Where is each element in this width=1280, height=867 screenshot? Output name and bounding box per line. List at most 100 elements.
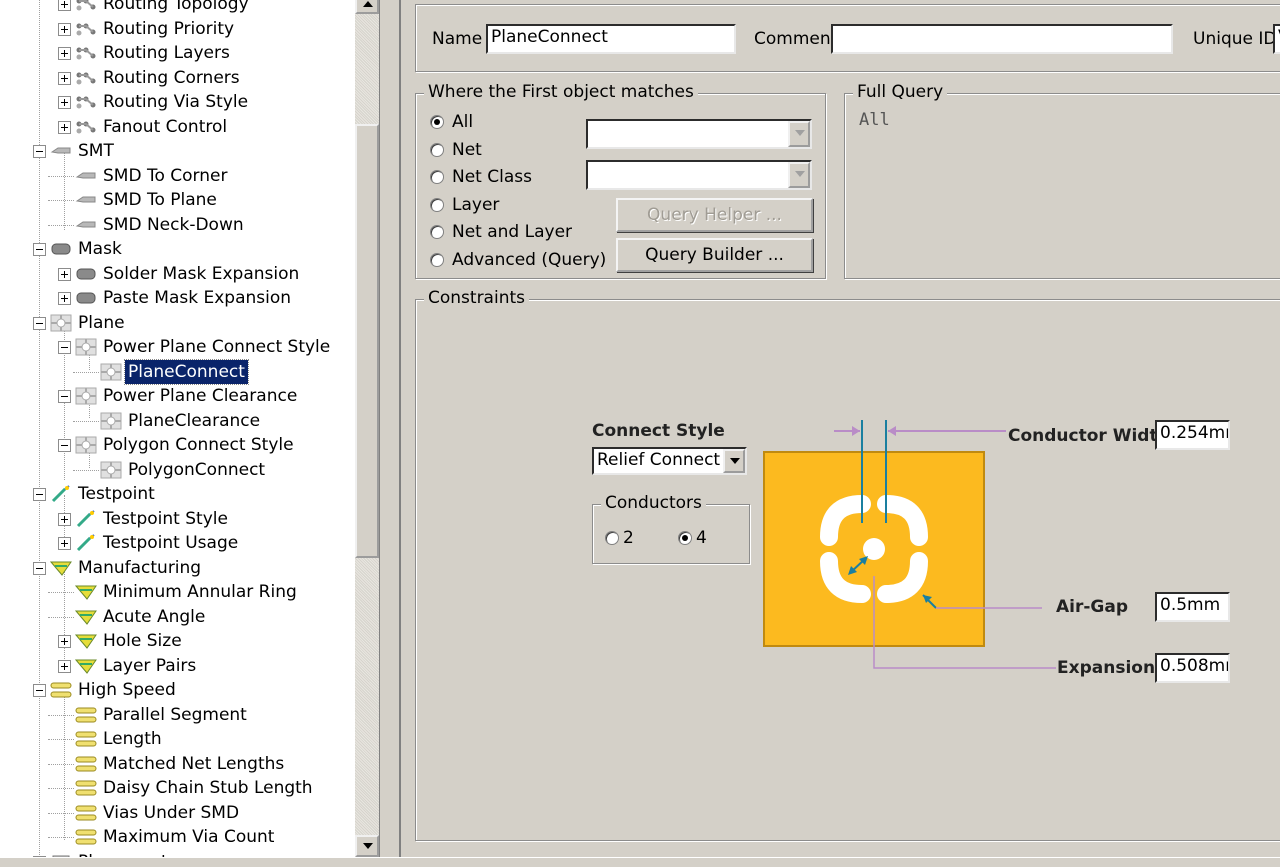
collapse-icon[interactable] bbox=[58, 439, 71, 452]
tree-connector bbox=[48, 837, 74, 838]
routing-icon bbox=[75, 0, 97, 13]
query-builder-button[interactable]: Query Builder ... bbox=[616, 238, 813, 272]
constraints-group: Constraints Connect Style Relief Connect… bbox=[415, 288, 1280, 841]
expand-icon[interactable] bbox=[58, 0, 71, 11]
tree-item-label: Routing Layers bbox=[103, 43, 230, 63]
air-gap-label: Air-Gap bbox=[1056, 597, 1129, 617]
collapse-icon[interactable] bbox=[33, 488, 46, 501]
expansion-label: Expansion bbox=[1057, 658, 1156, 678]
chevron-down-icon[interactable] bbox=[723, 449, 745, 473]
conductors-legend: Conductors bbox=[601, 493, 706, 513]
radio-all-label: All bbox=[452, 112, 474, 132]
connect-style-label: Connect Style bbox=[592, 421, 725, 441]
manufacturing-icon bbox=[74, 657, 97, 675]
plane-icon bbox=[100, 412, 122, 430]
tree-item-label: Routing Topology bbox=[103, 0, 249, 14]
conductor-width-field[interactable]: 0.254mm bbox=[1155, 420, 1230, 450]
expand-icon[interactable] bbox=[58, 71, 71, 85]
radio-layer-button[interactable] bbox=[430, 198, 444, 212]
high-speed-icon bbox=[75, 828, 97, 846]
expand-icon[interactable] bbox=[58, 537, 71, 550]
tree-item-label: Routing Via Style bbox=[103, 92, 249, 112]
chevron-down-icon[interactable] bbox=[788, 162, 810, 188]
connect-style-value: Relief Connect bbox=[597, 450, 721, 470]
conductors-radio-4-button[interactable] bbox=[678, 531, 692, 545]
smt-icon bbox=[75, 216, 97, 234]
tree-scrollbar[interactable] bbox=[355, 0, 379, 857]
scroll-down-button[interactable] bbox=[355, 835, 379, 857]
expand-icon[interactable] bbox=[58, 47, 71, 60]
mask-icon bbox=[75, 265, 97, 283]
expand-icon[interactable] bbox=[58, 120, 71, 134]
status-strip bbox=[0, 857, 1280, 867]
tree-item-label: Maximum Via Count bbox=[103, 827, 275, 847]
collapse-icon[interactable] bbox=[33, 243, 46, 256]
collapse-icon[interactable] bbox=[33, 316, 46, 330]
expand-icon[interactable] bbox=[58, 292, 71, 305]
testpoint-icon bbox=[75, 509, 97, 528]
manufacturing-icon bbox=[49, 559, 72, 577]
expand-icon[interactable] bbox=[58, 512, 71, 526]
scroll-thumb[interactable] bbox=[355, 124, 379, 558]
air-gap-field[interactable]: 0.5mm bbox=[1155, 592, 1230, 622]
tree-item-label: Testpoint Style bbox=[103, 508, 228, 529]
routing-icon bbox=[75, 118, 97, 136]
radio-net-label: Net bbox=[452, 140, 482, 160]
full-query-legend: Full Query bbox=[853, 82, 948, 102]
testpoint-icon bbox=[50, 485, 72, 503]
unique-id-field[interactable]: V bbox=[1273, 24, 1280, 54]
high-speed-icon bbox=[75, 755, 97, 773]
tree-item-label: PlaneConnect bbox=[124, 358, 249, 385]
expand-icon[interactable] bbox=[58, 22, 71, 36]
tree-item-label: SMD Neck-Down bbox=[103, 214, 244, 235]
plane-icon bbox=[50, 314, 72, 332]
tree-item-label: Routing Corners bbox=[103, 67, 240, 88]
manufacturing-icon bbox=[74, 632, 97, 650]
radio-net-class-button[interactable] bbox=[430, 170, 444, 184]
plane-icon bbox=[100, 363, 122, 381]
manufacturing-icon bbox=[74, 583, 97, 601]
conductors-radio-2-button[interactable] bbox=[605, 531, 619, 545]
collapse-icon[interactable] bbox=[58, 341, 71, 354]
tree-item-label: PlaneClearance bbox=[128, 410, 261, 431]
expand-icon[interactable] bbox=[58, 635, 71, 648]
tree-item-label: Hole Size bbox=[103, 631, 182, 651]
net-dropdown[interactable] bbox=[586, 119, 812, 149]
radio-all-button[interactable] bbox=[430, 115, 444, 129]
comment-field[interactable] bbox=[831, 24, 1173, 54]
high-speed-icon bbox=[75, 779, 97, 797]
expand-icon[interactable] bbox=[58, 96, 71, 109]
query-helper-button[interactable]: Query Helper ... bbox=[616, 198, 813, 232]
unique-id-label: Unique ID bbox=[1193, 29, 1277, 49]
tree-item-label: Minimum Annular Ring bbox=[103, 582, 297, 602]
collapse-icon[interactable] bbox=[33, 145, 46, 158]
comment-label: Comment bbox=[754, 29, 838, 49]
collapse-icon[interactable] bbox=[33, 561, 46, 575]
expand-icon[interactable] bbox=[58, 659, 71, 673]
connect-style-dropdown[interactable]: Relief Connect bbox=[592, 447, 747, 475]
rule-tree[interactable]: Routing Topology Routing Priority Routing … bbox=[0, 0, 380, 857]
net-class-dropdown[interactable] bbox=[586, 160, 812, 190]
full-query-text: All bbox=[859, 110, 890, 130]
plane-icon bbox=[75, 436, 97, 454]
chevron-down-icon[interactable] bbox=[788, 121, 810, 147]
tree-item-label: Mask bbox=[78, 239, 122, 259]
scroll-up-button[interactable] bbox=[355, 0, 379, 14]
collapse-icon[interactable] bbox=[33, 684, 46, 697]
tree-item-label: Testpoint bbox=[78, 484, 155, 504]
routing-icon bbox=[75, 20, 97, 38]
expansion-field[interactable]: 0.508mm bbox=[1155, 653, 1230, 683]
radio-advanced-query-button[interactable] bbox=[430, 253, 444, 267]
name-field[interactable]: PlaneConnect bbox=[486, 24, 736, 54]
tree-connector bbox=[48, 788, 74, 789]
tree-item-label: SMT bbox=[78, 141, 114, 161]
tree-connector bbox=[48, 812, 74, 814]
tree-item-label: Power Plane Connect Style bbox=[103, 337, 331, 357]
expand-icon[interactable] bbox=[58, 267, 71, 281]
tree-connector bbox=[48, 616, 74, 618]
collapse-icon[interactable] bbox=[58, 390, 71, 403]
radio-net-and-layer-button[interactable] bbox=[430, 225, 444, 239]
radio-net-button[interactable] bbox=[430, 143, 444, 157]
tree-connector bbox=[73, 469, 99, 471]
radio-layer-label: Layer bbox=[452, 195, 500, 215]
